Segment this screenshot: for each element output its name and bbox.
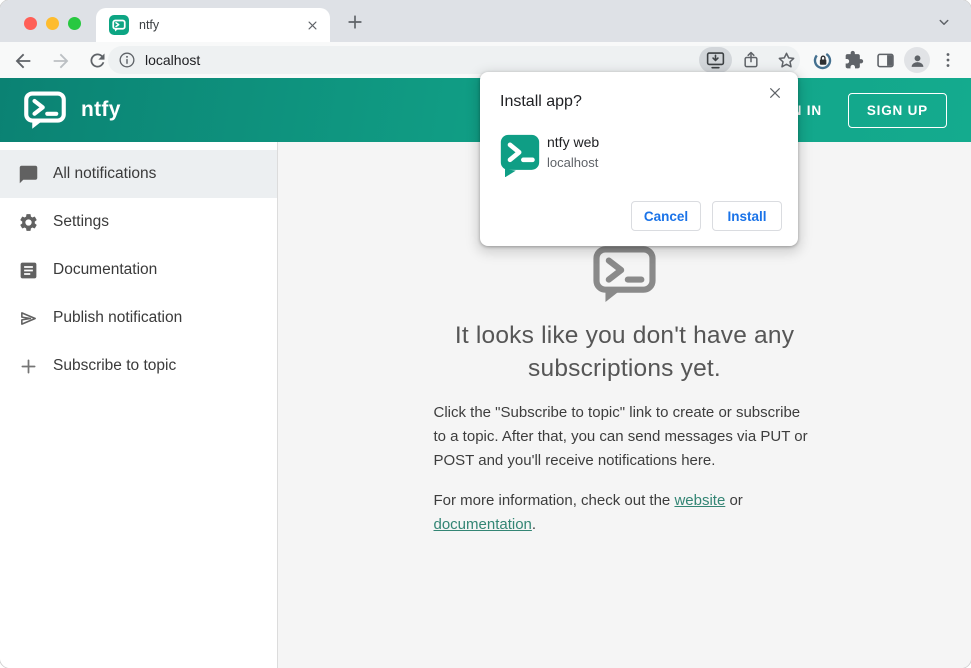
brand-title: ntfy — [81, 98, 121, 121]
sidebar-item-publish-notification[interactable]: Publish notification — [0, 294, 277, 342]
sign-up-button[interactable]: SIGN UP — [847, 92, 947, 128]
window-minimize-button[interactable] — [46, 17, 59, 30]
ntfy-app-icon — [500, 134, 540, 178]
address-bar[interactable]: localhost — [108, 46, 800, 74]
tab-title: ntfy — [139, 18, 160, 32]
sidebar-item-settings[interactable]: Settings — [0, 198, 277, 246]
dialog-title: Install app? — [500, 93, 582, 110]
tab-search-chevron-icon[interactable] — [933, 11, 955, 33]
send-icon — [21, 311, 36, 325]
profile-icon[interactable] — [904, 47, 930, 73]
tab-strip: ntfy — [0, 0, 971, 42]
extensions-icon[interactable] — [843, 49, 865, 71]
browser-tab[interactable]: ntfy — [96, 8, 330, 42]
sidebar: All notifications Settings Documentation… — [0, 142, 278, 668]
empty-state-links-paragraph: For more information, check out the webs… — [434, 489, 816, 537]
side-panel-icon[interactable] — [874, 49, 896, 71]
article-icon — [20, 262, 37, 278]
sidebar-item-label: Documentation — [53, 261, 158, 278]
sidebar-item-label: All notifications — [53, 165, 157, 182]
tab-close-icon[interactable] — [302, 15, 322, 35]
window-close-button[interactable] — [24, 17, 37, 30]
forward-icon[interactable] — [49, 49, 72, 72]
paragraph-text: For more information, check out the — [433, 492, 675, 509]
dialog-app-origin: localhost — [547, 155, 599, 170]
new-tab-button[interactable] — [343, 10, 367, 34]
dialog-app-name: ntfy web — [547, 134, 600, 150]
browser-window: ntfy localhost ntfy IN SIGN UP All notif… — [0, 0, 971, 668]
cancel-button[interactable]: Cancel — [631, 201, 701, 231]
sidebar-item-label: Subscribe to topic — [53, 357, 177, 374]
chat-icon — [19, 165, 38, 183]
website-link[interactable]: website — [674, 492, 725, 509]
empty-state: It looks like you don't have any subscri… — [434, 246, 816, 537]
reload-icon[interactable] — [86, 49, 109, 72]
install-app-icon[interactable] — [703, 48, 727, 72]
share-icon[interactable] — [739, 48, 763, 72]
bookmark-star-icon[interactable] — [774, 48, 798, 72]
sidebar-item-label: Publish notification — [53, 309, 183, 326]
sidebar-item-documentation[interactable]: Documentation — [0, 246, 277, 294]
browser-menu-icon[interactable] — [938, 49, 958, 71]
sidebar-item-subscribe-to-topic[interactable]: Subscribe to topic — [0, 342, 277, 390]
gear-icon — [20, 213, 37, 231]
site-info-icon[interactable] — [117, 50, 137, 70]
dialog-close-icon[interactable] — [764, 82, 786, 104]
paragraph-text: or — [725, 492, 743, 509]
empty-state-heading: It looks like you don't have any subscri… — [454, 322, 795, 382]
install-app-dialog: Install app? ntfy web localhost Cancel I… — [480, 72, 798, 246]
lock-extension-icon[interactable] — [811, 49, 833, 71]
sidebar-item-label: Settings — [53, 213, 110, 230]
sidebar-item-all-notifications[interactable]: All notifications — [0, 150, 277, 198]
url-text: localhost — [145, 52, 201, 68]
plus-icon — [21, 359, 36, 373]
install-button[interactable]: Install — [712, 201, 782, 231]
back-icon[interactable] — [11, 49, 34, 72]
window-zoom-button[interactable] — [68, 17, 81, 30]
empty-state-paragraph: Click the "Subscribe to topic" link to c… — [433, 404, 808, 469]
documentation-link[interactable]: documentation — [434, 516, 532, 533]
tab-favicon-icon — [109, 15, 129, 35]
paragraph-text: . — [531, 516, 537, 533]
ntfy-logo-icon — [434, 246, 816, 307]
ntfy-logo-icon — [24, 91, 66, 129]
